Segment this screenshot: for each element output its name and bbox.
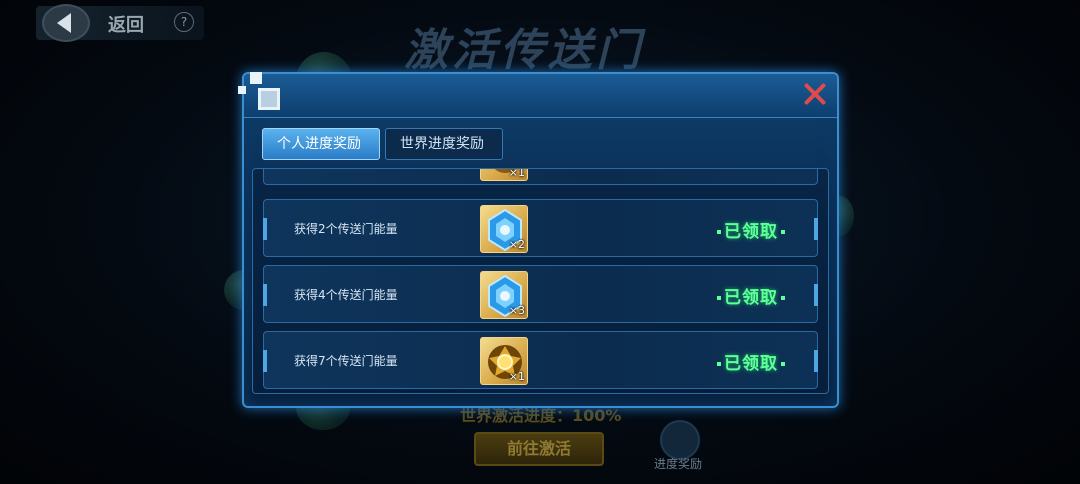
claimed-status: 已领取 — [714, 349, 788, 374]
back-label[interactable]: 返回 — [108, 11, 144, 37]
reward-row: 获得4个传送门能量 ×3 已领取 — [263, 265, 818, 323]
page-title: 激活传送门 — [404, 25, 644, 76]
reward-condition: 获得4个传送门能量 — [294, 288, 398, 302]
reward-condition: 获得2个传送门能量 — [294, 222, 398, 236]
modal-header — [238, 72, 837, 118]
close-icon[interactable] — [803, 82, 827, 106]
reward-row: 获得2个传送门能量 ×2 已领取 — [263, 199, 818, 257]
back-arrow-icon — [57, 13, 71, 33]
item-count: ×1 — [508, 370, 525, 383]
claimed-status: 已领取 — [714, 217, 788, 242]
claimed-status: 已领取 — [714, 283, 788, 308]
gift-icon[interactable] — [660, 420, 700, 460]
reward-row: ×1 — [263, 168, 818, 185]
reward-list[interactable]: ×1 获得2个传送门能量 ×2 已领取 获得4个传送门能量 ×3 已领取 获得7… — [252, 168, 829, 394]
blue-crystal-icon[interactable]: ×2 — [480, 205, 528, 253]
progress-reward-label[interactable]: 进度奖励 — [654, 455, 702, 472]
gold-emblem-icon[interactable]: ×1 — [480, 337, 528, 385]
back-button[interactable] — [42, 4, 90, 42]
help-button[interactable]: ? — [174, 12, 194, 32]
reward-modal: 个人进度奖励 世界进度奖励 ×1 获得2个传送门能量 ×2 已领取 获得4个传送… — [238, 72, 839, 408]
item-count: ×2 — [508, 238, 525, 251]
go-activate-button[interactable]: 前往激活 — [474, 432, 604, 466]
pixel-decoration-icon — [238, 72, 294, 118]
reward-condition: 获得7个传送门能量 — [294, 354, 398, 368]
item-count: ×1 — [508, 168, 525, 179]
tab-personal-progress[interactable]: 个人进度奖励 — [262, 128, 380, 160]
gold-emblem-icon[interactable]: ×1 — [480, 168, 528, 181]
tab-world-progress[interactable]: 世界进度奖励 — [385, 128, 503, 160]
reward-row: 获得7个传送门能量 ×1 已领取 — [263, 331, 818, 389]
blue-crystal-icon[interactable]: ×3 — [480, 271, 528, 319]
item-count: ×3 — [508, 304, 525, 317]
